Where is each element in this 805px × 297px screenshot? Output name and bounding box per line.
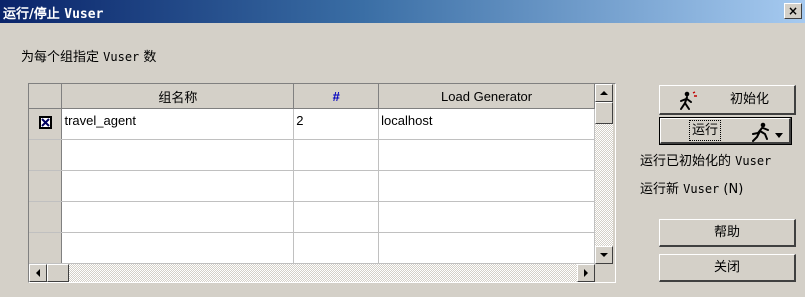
dialog-title: 运行/停止 Vuser xyxy=(3,7,104,22)
group-table: 组名称 # Load Generator travel_agent 2 localh… xyxy=(29,84,595,264)
help-button-label: 帮助 xyxy=(713,225,740,240)
group-name-cell[interactable] xyxy=(61,201,295,233)
vuser-group-grid[interactable]: 组名称 # Load Generator travel_agent 2 localh… xyxy=(28,83,616,283)
column-header-load-generator[interactable]: Load Generator xyxy=(378,84,595,109)
table-row[interactable] xyxy=(29,201,595,233)
scroll-left-button[interactable] xyxy=(29,264,47,282)
row-select-cell[interactable] xyxy=(29,201,63,233)
running-figure-icon xyxy=(752,122,783,142)
row-select-cell[interactable] xyxy=(29,232,63,264)
load-generator-cell[interactable] xyxy=(378,139,595,171)
column-header-select[interactable] xyxy=(29,84,63,109)
row-select-cell[interactable] xyxy=(29,108,63,140)
close-button[interactable]: 关闭 xyxy=(659,254,796,282)
menu-run-initialized-vusers[interactable]: 运行已初始化的 Vuser xyxy=(640,150,771,169)
walking-figure-icon xyxy=(680,91,697,110)
vuser-count-cell[interactable] xyxy=(293,170,380,202)
row-select-cell[interactable] xyxy=(29,170,63,202)
vuser-count-cell[interactable] xyxy=(293,139,380,171)
table-row[interactable]: travel_agent 2 localhost xyxy=(29,108,595,140)
scroll-right-button[interactable] xyxy=(577,264,595,282)
menu-run-new-vusers[interactable]: 运行新 Vuser (N) xyxy=(640,178,743,197)
arrow-right-icon xyxy=(584,269,588,277)
group-name-cell[interactable]: travel_agent xyxy=(61,108,295,140)
column-header-count[interactable]: # xyxy=(293,84,380,109)
help-button[interactable]: 帮助 xyxy=(659,219,796,247)
table-row[interactable] xyxy=(29,170,595,202)
title-bar[interactable]: 运行/停止 Vuser × xyxy=(0,0,805,23)
arrow-left-icon xyxy=(36,269,40,277)
initialize-button[interactable]: 初始化 xyxy=(659,85,796,115)
group-name-cell[interactable] xyxy=(61,170,295,202)
close-button-label: 关闭 xyxy=(713,260,740,275)
close-window-button[interactable]: × xyxy=(784,3,802,19)
checkbox-checked-icon[interactable] xyxy=(38,116,52,129)
arrow-down-icon xyxy=(600,253,608,257)
scroll-down-button[interactable] xyxy=(595,246,613,264)
vuser-count-cell[interactable] xyxy=(293,201,380,233)
initialize-button-label: 初始化 xyxy=(730,92,770,107)
run-button[interactable]: 运行 xyxy=(659,117,792,145)
row-select-cell[interactable] xyxy=(29,139,63,171)
load-generator-cell[interactable] xyxy=(378,201,595,233)
run-button-label: 运行 xyxy=(689,120,722,141)
horizontal-scrollbar[interactable] xyxy=(29,264,595,282)
horizontal-scroll-thumb[interactable] xyxy=(47,264,69,282)
vertical-scrollbar[interactable] xyxy=(595,84,613,264)
load-generator-cell[interactable]: localhost xyxy=(378,108,595,140)
vuser-count-cell[interactable] xyxy=(293,232,380,264)
table-row[interactable] xyxy=(29,232,595,264)
group-name-cell[interactable] xyxy=(61,139,295,171)
arrow-up-icon xyxy=(600,91,608,95)
vertical-scroll-thumb[interactable] xyxy=(595,102,613,124)
scrollbar-corner xyxy=(595,264,613,282)
load-generator-cell[interactable] xyxy=(378,170,595,202)
table-row[interactable] xyxy=(29,139,595,171)
group-name-cell[interactable] xyxy=(61,232,295,264)
scroll-up-button[interactable] xyxy=(595,84,613,102)
instruction-label: 为每个组指定 Vuser 数 xyxy=(21,50,157,65)
vuser-count-cell[interactable]: 2 xyxy=(293,108,380,140)
column-header-group-name[interactable]: 组名称 xyxy=(61,84,295,109)
load-generator-cell[interactable] xyxy=(378,232,595,264)
